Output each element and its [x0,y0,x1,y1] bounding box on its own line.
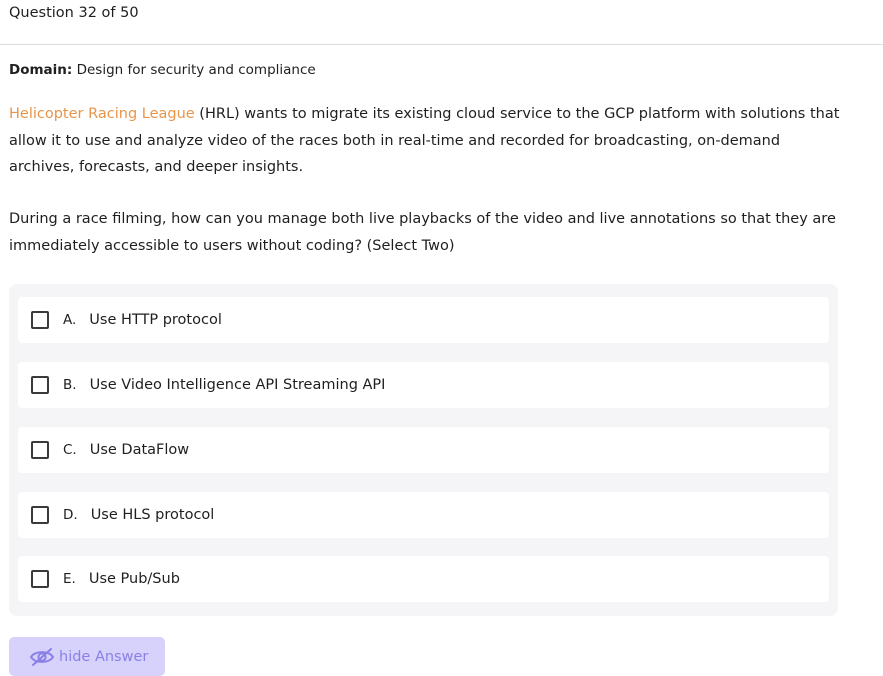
hide-answer-label: hide Answer [59,648,149,665]
domain-value: Design for security and compliance [76,62,316,78]
company-link[interactable]: Helicopter Racing League [9,106,195,122]
scenario-text: Helicopter Racing League (HRL) wants to … [9,101,849,181]
option-c-checkbox[interactable] [31,441,49,459]
option-a[interactable]: A. Use HTTP protocol [18,297,829,343]
quiz-page: Question 32 of 50 Domain: Design for sec… [0,0,883,676]
option-d[interactable]: D. Use HLS protocol [18,492,829,538]
option-b[interactable]: B. Use Video Intelligence API Streaming … [18,362,829,408]
option-d-letter: D. [63,507,78,523]
option-a-checkbox[interactable] [31,311,49,329]
option-c[interactable]: C. Use DataFlow [18,427,829,473]
option-b-letter: B. [63,377,77,393]
option-b-text: Use Video Intelligence API Streaming API [89,377,386,393]
option-a-letter: A. [63,312,77,328]
options-panel: A. Use HTTP protocol B. Use Video Intell… [9,284,838,616]
option-d-text: Use HLS protocol [90,507,215,523]
domain-line: Domain: Design for security and complian… [9,62,316,78]
option-e-checkbox[interactable] [31,570,49,588]
eye-slash-icon [29,647,55,666]
question-prompt: During a race filming, how can you manag… [9,211,836,254]
option-e[interactable]: E. Use Pub/Sub [18,556,829,602]
option-b-checkbox[interactable] [31,376,49,394]
option-a-text: Use HTTP protocol [89,312,222,328]
header-divider [0,44,883,45]
domain-label: Domain: [9,62,73,78]
option-d-checkbox[interactable] [31,506,49,524]
option-c-letter: C. [63,442,77,458]
option-e-text: Use Pub/Sub [88,571,180,587]
option-e-letter: E. [63,571,76,587]
question-counter: Question 32 of 50 [9,5,139,21]
option-c-text: Use DataFlow [89,442,190,458]
hide-answer-button[interactable]: hide Answer [9,637,165,676]
